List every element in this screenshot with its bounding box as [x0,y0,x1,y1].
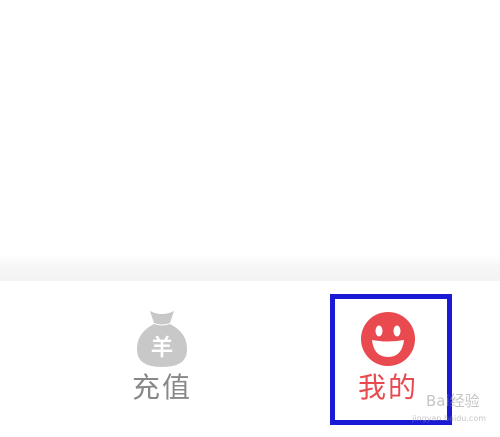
tab-bar-shadow [0,255,500,281]
main-content-area [0,0,500,255]
money-bag-glyph: 羊 [151,335,173,361]
smiley-face-icon [361,312,415,366]
tab-mine-label: 我的 [357,371,418,404]
bottom-tab-bar: 羊 充值 我的 [0,281,500,437]
tab-mine[interactable]: 我的 [318,281,458,421]
tab-recharge-label: 充值 [131,371,192,404]
tab-recharge[interactable]: 羊 充值 [92,281,232,421]
money-bag-icon: 羊 [136,311,188,367]
